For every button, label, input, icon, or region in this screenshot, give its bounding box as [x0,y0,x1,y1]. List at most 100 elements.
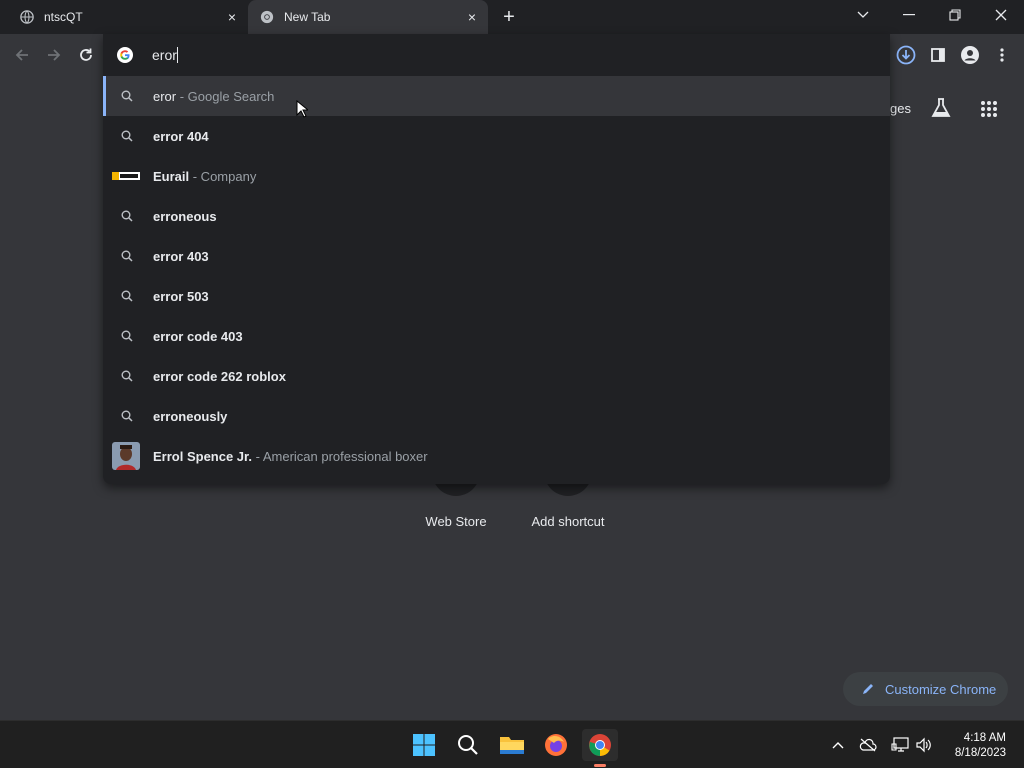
flask-icon [931,98,951,117]
minimize-button[interactable] [886,0,932,30]
suggestion-row[interactable]: erroneous [103,196,890,236]
restore-button[interactable] [932,0,978,30]
customize-chrome-button[interactable]: Customize Chrome [843,672,1008,706]
images-link[interactable]: ges [890,101,911,116]
text-caret [176,47,178,63]
suggestion-main-text: erroneously [153,409,228,424]
close-window-button[interactable] [978,0,1024,30]
search-icon-wrap [119,408,135,424]
suggestion-row[interactable]: error code 403 [103,316,890,356]
suggestion-main-text: Eurail [153,169,190,184]
suggestion-row[interactable]: erroneously [103,396,890,436]
search-icon-wrap [119,248,135,264]
suggestion-row[interactable]: error 404 [103,116,890,156]
folder-icon [500,737,524,754]
tab-new-tab[interactable]: New Tab × [248,0,488,34]
suggestion-label: error 503 [153,289,209,304]
network-tray[interactable] [890,735,910,755]
forward-button[interactable] [42,43,66,67]
suggestion-row[interactable]: Eurail - Company [103,156,890,196]
reload-icon [80,48,92,61]
profile-button[interactable] [958,43,982,67]
firefox-button[interactable] [540,729,572,761]
cloud-offline-icon [859,738,877,752]
minimize-icon [903,14,915,16]
arrow-right-icon [48,49,61,61]
search-icon [121,90,133,102]
search-icon [121,290,133,302]
network-icon [891,737,909,752]
pencil-icon [863,684,873,694]
back-button[interactable] [10,43,34,67]
suggestion-row[interactable]: error 503 [103,276,890,316]
mouse-cursor-icon [296,100,308,118]
start-button[interactable] [408,729,440,761]
chrome-icon [260,10,274,24]
reload-button[interactable] [74,43,98,67]
menu-button[interactable] [990,43,1014,67]
suggestion-main-text: eror [153,89,177,104]
more-vert-icon [1000,48,1004,62]
person-thumbnail-wrap [112,442,140,470]
omnibox-input[interactable]: eror [103,34,890,76]
search-icon [121,250,133,262]
windows-logo-icon [413,734,435,756]
shortcut-web-store[interactable]: Web Store [396,514,516,529]
shortcut-add[interactable]: Add shortcut [508,514,628,529]
clock-time: 4:18 AM [963,732,1006,744]
customize-label: Customize Chrome [885,681,997,697]
tab-title: New Tab [284,10,331,24]
side-panel-button[interactable] [926,43,950,67]
search-icon-wrap [119,88,135,104]
chrome-taskbar-button[interactable] [582,729,618,767]
tab-ntscqt[interactable]: ntscQT × [0,0,248,34]
search-icon [121,410,133,422]
search-button[interactable] [452,729,484,761]
suggestion-row[interactable]: eror - Google Search [103,76,890,116]
suggestion-sub-text: - Google Search [176,89,275,104]
tab-strip: ntscQT × New Tab × + [0,0,1024,34]
chevron-down-icon [857,11,869,18]
globe-icon [20,10,34,24]
tab-search-button[interactable] [840,0,886,30]
google-g-icon [117,47,133,63]
show-hidden-icons-button[interactable] [828,735,848,755]
onedrive-tray[interactable] [858,735,878,755]
file-explorer-button[interactable] [496,729,528,761]
suggestion-label: erroneous [153,209,217,224]
search-icon [458,735,478,755]
search-icon [121,130,133,142]
suggestion-label: error code 403 [153,329,243,344]
omnibox-typed-text: eror [152,47,177,63]
search-icon [121,330,133,342]
suggestion-row[interactable]: error code 262 roblox [103,356,890,396]
search-icon-wrap [119,208,135,224]
suggestion-label: Errol Spence Jr. - American professional… [153,449,428,464]
suggestion-label: Eurail - Company [153,169,256,184]
download-icon [896,45,916,65]
suggestion-label: eror - Google Search [153,89,274,104]
tab-close-icon[interactable]: × [224,9,240,25]
speaker-icon [916,737,931,753]
labs-button[interactable] [930,97,954,121]
apps-grid-icon [981,101,997,117]
suggestion-row[interactable]: Errol Spence Jr. - American professional… [103,436,890,476]
active-indicator [594,764,606,767]
suggestion-label: error 404 [153,129,209,144]
search-icon [121,210,133,222]
restore-icon [949,9,961,21]
suggestion-main-text: error code 262 roblox [153,369,286,384]
eurail-logo [112,172,140,180]
new-tab-button[interactable]: + [498,6,520,28]
tab-close-icon[interactable]: × [464,9,480,25]
profile-icon [961,46,979,64]
omnibox-dropdown: eror eror - Google Search error 404 Eurail… [103,34,890,484]
apps-button[interactable] [980,100,1000,120]
suggestion-row[interactable]: error 403 [103,236,890,276]
chrome-icon [589,734,611,756]
search-icon-wrap [119,128,135,144]
search-icon [121,370,133,382]
clock[interactable]: 4:18 AM 8/18/2023 [955,731,1006,761]
download-button[interactable] [894,43,918,67]
volume-tray[interactable] [914,735,934,755]
